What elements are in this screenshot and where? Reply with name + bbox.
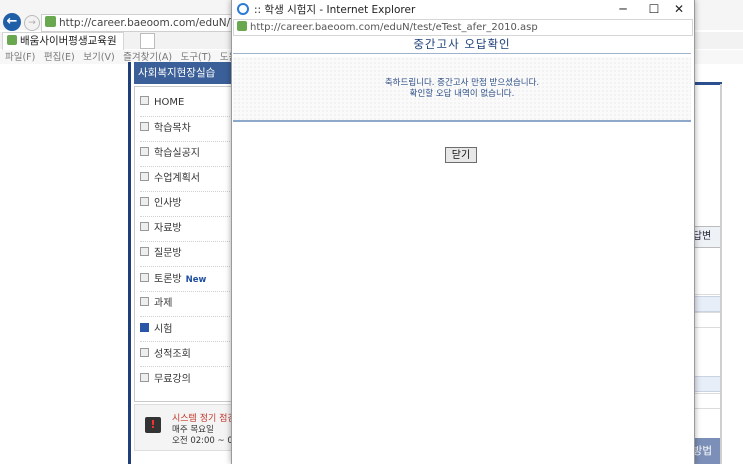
- address-url: http://career.baeoom.com/eduN/Top/my_hom: [59, 17, 232, 29]
- close-window-button[interactable]: ✕: [664, 0, 694, 18]
- sidebar-item-label: HOME: [154, 97, 185, 108]
- bullet-icon: [140, 297, 149, 306]
- sidebar-item-assignments[interactable]: 과제: [140, 292, 230, 316]
- site-favicon-icon: [45, 16, 56, 27]
- close-button[interactable]: 닫기: [445, 147, 477, 163]
- content-right-border: [720, 84, 722, 464]
- bullet-icon: [140, 323, 149, 332]
- address-bar[interactable]: http://career.baeoom.com/eduN/Top/my_hom: [41, 14, 233, 32]
- menu-file[interactable]: 파일(F): [5, 51, 35, 65]
- sidebar-item-label: 시험: [154, 324, 173, 335]
- bullet-icon: [140, 273, 149, 282]
- menu-edit[interactable]: 편집(E): [44, 51, 75, 65]
- warning-monitor-icon: !: [145, 417, 161, 433]
- bullet-icon: [140, 172, 149, 181]
- maintenance-notice[interactable]: ! 시스템 정기 점검 안 매주 목요일 오전 02:00 ~ 04:00: [134, 404, 252, 451]
- tab-title: 배움사이버평생교육원: [20, 35, 117, 47]
- sidebar-item-greetings[interactable]: 인사방: [140, 192, 230, 216]
- menu-divider: [140, 316, 230, 317]
- bullet-icon: [140, 373, 149, 382]
- popup-window-title: :: 학생 시험지 - Internet Explorer: [254, 4, 416, 16]
- message-box-divider: [233, 120, 691, 122]
- no-wrong-answers-message: 확인할 오답 내역이 없습니다.: [409, 89, 515, 99]
- internet-explorer-icon: [237, 3, 249, 15]
- bullet-icon: [140, 197, 149, 206]
- sidebar-item-label: 성적조회: [154, 349, 191, 360]
- header-divider: [233, 53, 691, 54]
- sidebar-course-title: 사회복지현장실습: [134, 62, 235, 84]
- bullet-icon: [140, 247, 149, 256]
- new-tab-button[interactable]: [140, 33, 155, 49]
- new-badge: New: [185, 275, 207, 285]
- bullet-icon: [140, 222, 149, 231]
- tab-favicon-icon: [7, 35, 17, 45]
- sidebar-item-label: 토론방: [154, 274, 182, 285]
- sidebar-item-label: 학습실공지: [154, 148, 200, 159]
- sidebar-item-materials[interactable]: 자료방: [140, 217, 230, 241]
- sidebar-item-grades[interactable]: 성적조회: [140, 343, 230, 367]
- bullet-icon: [140, 147, 149, 156]
- sidebar-item-label: 질문방: [154, 248, 182, 259]
- popup-header-title: 중간고사 오답확인: [413, 37, 511, 51]
- sidebar-item-free-lectures[interactable]: 무료강의: [140, 368, 230, 392]
- menu-divider: [140, 341, 230, 342]
- sidebar-item-label: 인사방: [154, 198, 182, 209]
- sidebar-item-label: 자료방: [154, 223, 182, 234]
- popup-url: http://career.baeoom.com/eduN/test/eTest…: [250, 22, 538, 33]
- popup-address-bar: http://career.baeoom.com/eduN/test/eTest…: [233, 19, 693, 36]
- menu-divider: [140, 266, 230, 267]
- forward-button[interactable]: →: [24, 15, 40, 31]
- sidebar-item-syllabus[interactable]: 수업계획서: [140, 167, 230, 191]
- sidebar-item-label: 과제: [154, 298, 173, 309]
- sidebar-item-contents[interactable]: 학습목차: [140, 117, 230, 141]
- menu-divider: [140, 366, 230, 367]
- sidebar-item-discussion[interactable]: 토론방 New: [140, 268, 230, 292]
- sidebar-item-home[interactable]: HOME: [140, 91, 230, 115]
- sidebar-item-questions[interactable]: 질문방: [140, 242, 230, 266]
- back-button[interactable]: ←: [3, 13, 21, 31]
- sidebar-item-label: 무료강의: [154, 374, 191, 385]
- bullet-icon: [140, 348, 149, 357]
- sidebar-item-label: 수업계획서: [154, 173, 200, 184]
- browser-tab[interactable]: 배움사이버평생교육원: [2, 32, 124, 50]
- sidebar-item-label: 학습목차: [154, 123, 191, 134]
- exam-popup-window: :: 학생 시험지 - Internet Explorer ─ ☐ ✕ http…: [231, 0, 695, 464]
- popup-titlebar[interactable]: :: 학생 시험지 - Internet Explorer ─ ☐ ✕: [232, 0, 694, 18]
- sidebar-item-exam[interactable]: 시험: [140, 318, 230, 342]
- bullet-icon: [140, 96, 149, 105]
- popup-favicon-icon: [237, 21, 247, 31]
- bullet-icon: [140, 122, 149, 131]
- minimize-button[interactable]: ─: [608, 0, 638, 18]
- result-message-box: 축하드립니다. 중간고사 만점 받으셨습니다. 확인할 오답 내역이 없습니다.: [233, 57, 691, 121]
- sidebar-item-notice[interactable]: 학습실공지: [140, 142, 230, 166]
- menu-view[interactable]: 보기(V): [83, 51, 114, 65]
